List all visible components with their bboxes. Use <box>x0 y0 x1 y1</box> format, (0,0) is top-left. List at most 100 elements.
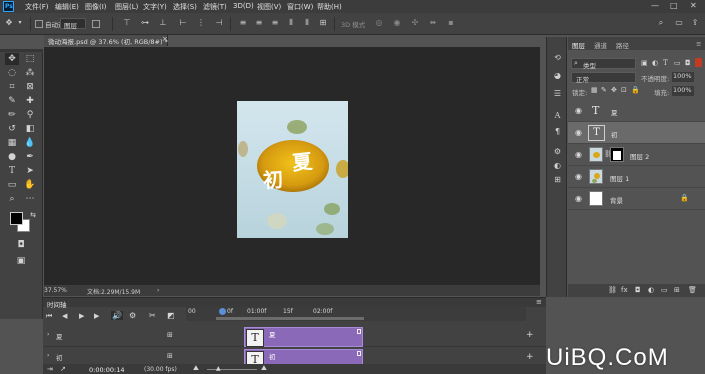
new-layer-icon[interactable]: ⊞ <box>674 286 680 294</box>
layer-row-layer1[interactable]: ◉ 图层 1 <box>568 166 705 188</box>
hand-tool-icon[interactable]: ✋ <box>23 179 37 191</box>
align-left-icon[interactable]: ⊢ <box>178 18 188 28</box>
layer-row-layer2[interactable]: ◉ ⛓ 图层 2 <box>568 144 705 166</box>
rectangle-tool-icon[interactable]: ▭ <box>5 179 19 191</box>
eraser-tool-icon[interactable]: ◧ <box>23 123 37 135</box>
new-group-icon[interactable]: ▭ <box>661 286 668 294</box>
lock-transparent-icon[interactable]: ▦ <box>591 86 598 94</box>
distribute-bottom-icon[interactable]: ≡ <box>270 18 280 28</box>
libraries-icon[interactable]: ⊞ <box>552 174 563 185</box>
timeline-clip-xia[interactable]: T 夏 <box>244 327 363 347</box>
lasso-tool-icon[interactable]: ◌ <box>5 67 19 79</box>
swap-colors-icon[interactable]: ⇆ <box>26 209 40 221</box>
panel-menu-icon[interactable]: ≡ <box>696 40 701 48</box>
fx-icon[interactable]: fx <box>621 286 628 294</box>
layer-row-background[interactable]: ◉ 背景 🔒 <box>568 188 705 210</box>
history-icon[interactable]: ⟲ <box>552 52 563 63</box>
render-icon[interactable]: ↗ <box>60 365 66 373</box>
play-icon[interactable]: ▶ <box>79 312 84 320</box>
eyedropper-icon[interactable]: ✎ <box>5 95 19 107</box>
brushes-icon[interactable]: ⚙ <box>552 146 563 157</box>
align-top-icon[interactable]: ⊤ <box>122 18 132 28</box>
align-right-icon[interactable]: ⊣ <box>214 18 224 28</box>
crop-tool-icon[interactable]: ⌗ <box>5 81 19 93</box>
menu-file[interactable]: 文件(F) <box>25 2 49 12</box>
filter-shape-icon[interactable]: ▭ <box>674 59 681 67</box>
move-tool-icon[interactable]: ✥ <box>4 18 14 28</box>
layer-name[interactable]: 背景 <box>610 195 623 205</box>
menu-help[interactable]: 帮助(H) <box>317 2 342 12</box>
filter-adjust-icon[interactable]: ◐ <box>652 59 658 67</box>
visibility-eye-icon[interactable]: ◉ <box>574 107 583 115</box>
menu-type[interactable]: 文字(Y) <box>143 2 167 12</box>
work-area-bar[interactable] <box>216 317 364 320</box>
healing-brush-icon[interactable]: ✚ <box>23 95 37 107</box>
next-frame-icon[interactable]: ▶ <box>94 312 99 320</box>
split-clip-icon[interactable]: ✂ <box>149 311 156 320</box>
convert-frame-icon[interactable]: ⇥ <box>47 365 53 373</box>
path-select-icon[interactable]: ➤ <box>23 165 37 177</box>
timeline-zoom-slider[interactable] <box>207 369 257 370</box>
marquee-tool-icon[interactable]: ⬚ <box>23 53 37 65</box>
track-expand-icon[interactable]: › <box>47 352 49 359</box>
gradient-tool-icon[interactable]: ▦ <box>5 137 19 149</box>
share-icon[interactable]: ⇪ <box>690 18 700 28</box>
track-options-icon[interactable]: ⊞ <box>167 352 173 360</box>
clone-stamp-icon[interactable]: ⚲ <box>23 109 37 121</box>
layer-name[interactable]: 初 <box>611 129 618 139</box>
fill-value[interactable]: 100% <box>672 86 694 96</box>
add-media-icon[interactable]: + <box>526 352 534 362</box>
status-menu-arrow-icon[interactable]: › <box>157 287 159 294</box>
filter-toggle-icon[interactable] <box>695 58 702 67</box>
menu-edit[interactable]: 编辑(E) <box>55 2 79 12</box>
zoom-level[interactable]: 37.57% <box>44 287 67 294</box>
properties-icon[interactable]: ☰ <box>552 88 563 99</box>
layer-filter-dropdown[interactable]: ⌕ 类型 <box>571 58 636 70</box>
time-ruler[interactable]: 00 01:00f 15f 02:00f 0f <box>186 307 526 321</box>
menu-select[interactable]: 选择(S) <box>173 2 197 12</box>
type-tool-icon[interactable]: T <box>5 165 19 177</box>
menu-image[interactable]: 图像(I) <box>85 2 107 12</box>
blur-tool-icon[interactable]: 💧 <box>23 137 37 149</box>
visibility-eye-icon[interactable]: ◉ <box>574 195 583 203</box>
distribute-vcenter-icon[interactable]: ≡ <box>254 18 264 28</box>
layer-name[interactable]: 图层 1 <box>610 173 629 183</box>
frame-tool-icon[interactable]: ⊠ <box>23 81 37 93</box>
add-media-icon[interactable]: + <box>526 330 534 340</box>
magic-wand-icon[interactable]: ⁂ <box>23 67 37 79</box>
3d-roll-icon[interactable]: ◉ <box>392 18 402 28</box>
settings-gear-icon[interactable]: ⚙ <box>129 311 136 320</box>
align-vcenter-icon[interactable]: ⊶ <box>140 18 150 28</box>
3d-pan-icon[interactable]: ✣ <box>410 18 420 28</box>
3d-orbit-icon[interactable]: ◎ <box>374 18 384 28</box>
brush-tool-icon[interactable]: ✏ <box>5 109 19 121</box>
toolbar-grip[interactable] <box>0 49 43 52</box>
lock-all-icon[interactable]: 🔒 <box>631 86 640 94</box>
lock-pixels-icon[interactable]: ✎ <box>601 86 607 94</box>
opacity-value[interactable]: 100% <box>672 72 694 82</box>
close-window-button[interactable]: ✕ <box>690 1 697 10</box>
transition-icon[interactable]: ◩ <box>167 311 175 320</box>
auto-select-checkbox[interactable] <box>35 20 43 28</box>
zoom-slider-thumb[interactable]: ▲ <box>216 365 221 372</box>
audio-icon[interactable]: 🔊 <box>111 311 123 320</box>
zoom-in-icon[interactable]: ⛰ <box>261 364 267 373</box>
dodge-tool-icon[interactable]: ● <box>5 151 19 163</box>
color-wheel-icon[interactable]: ◕ <box>552 70 563 81</box>
lock-artboard-icon[interactable]: ⊡ <box>621 86 627 94</box>
search-icon[interactable]: ⌕ <box>656 18 666 28</box>
menu-layer[interactable]: 图层(L) <box>115 2 138 12</box>
visibility-eye-icon[interactable]: ◉ <box>574 129 583 137</box>
distribute-top-icon[interactable]: ≡ <box>238 18 248 28</box>
move-tool-icon[interactable]: ✥ <box>5 53 19 65</box>
document-tab[interactable]: 微动海报.psd @ 37.6% (初, RGB/8#) * × <box>44 35 168 46</box>
tab-channels[interactable]: 通道 <box>594 40 607 50</box>
zoom-out-icon[interactable]: ⛰ <box>193 364 199 373</box>
add-mask-icon[interactable]: ◘ <box>635 286 641 294</box>
filter-pixel-icon[interactable]: ▣ <box>641 59 648 67</box>
align-bottom-icon[interactable]: ⊥ <box>158 18 168 28</box>
adjustment-layer-icon[interactable]: ◐ <box>648 286 654 294</box>
foreground-color-swatch[interactable] <box>10 212 23 225</box>
3d-scale-icon[interactable]: ▪ <box>446 18 456 28</box>
pen-tool-icon[interactable]: ✒ <box>23 151 37 163</box>
